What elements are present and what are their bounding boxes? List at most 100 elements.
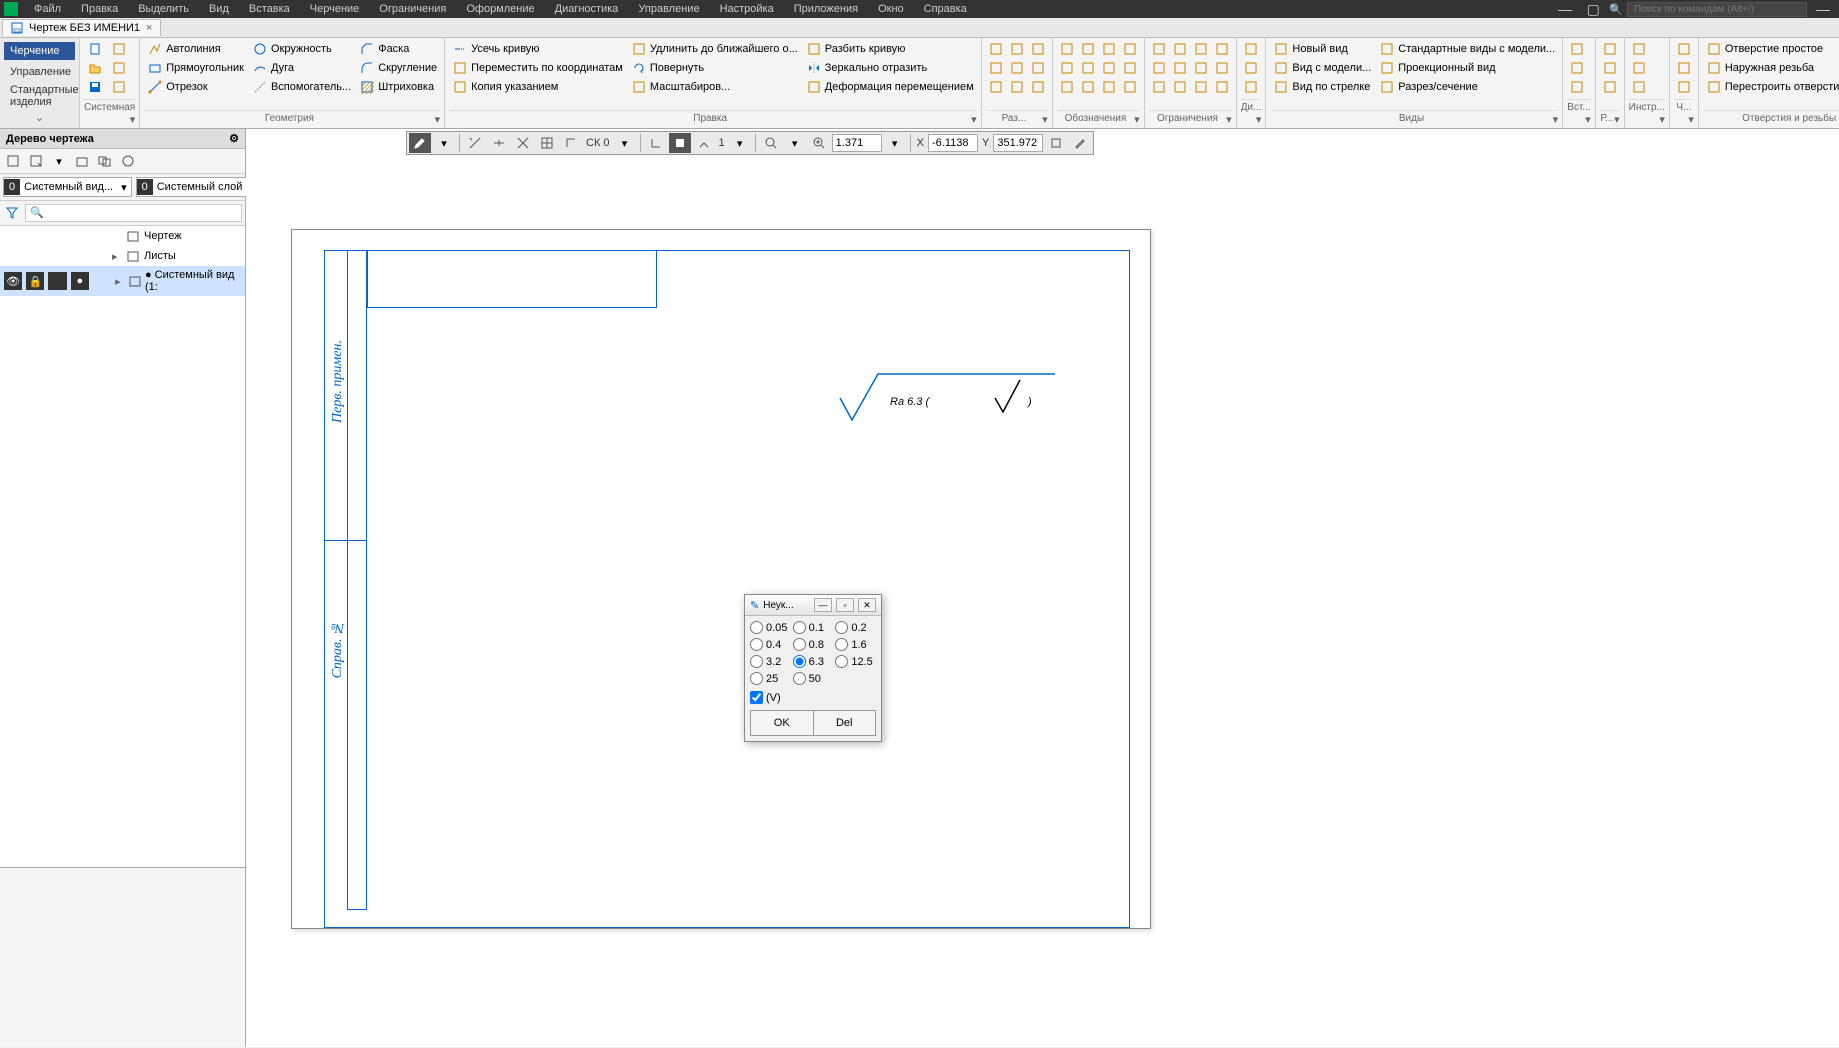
- ribbon-cmd-Окружность[interactable]: Окружность: [249, 40, 354, 58]
- ribbon-icon-btn[interactable]: [1099, 40, 1119, 58]
- roughness-radio-input[interactable]: [750, 672, 763, 685]
- ribbon-icon-btn[interactable]: [1028, 78, 1048, 96]
- ribbon-icon-btn[interactable]: [1078, 40, 1098, 58]
- ribbon-cmd-Фаска[interactable]: Фаска: [356, 40, 440, 58]
- roughness-option-0.8[interactable]: 0.8: [793, 638, 834, 651]
- dropdown-arrow-icon[interactable]: ▾: [433, 133, 455, 153]
- roughness-radio-input[interactable]: [793, 638, 806, 651]
- ribbon-icon-btn[interactable]: [1674, 40, 1694, 58]
- ribbon-icon-btn[interactable]: [1241, 40, 1261, 58]
- ribbon-cmd-Стандартные виды с модели...[interactable]: Стандартные виды с модели...: [1376, 40, 1558, 58]
- current-view-dropdown[interactable]: 0 Системный вид... ▾: [3, 177, 132, 197]
- roughness-radio-input[interactable]: [835, 655, 848, 668]
- x-coord-input[interactable]: [928, 134, 978, 152]
- roughness-radio-input[interactable]: [750, 621, 763, 634]
- ribbon-cmd-Удлинить до ближайшего о...[interactable]: Удлинить до ближайшего о...: [628, 40, 801, 58]
- visibility-icon[interactable]: 👁: [4, 272, 22, 290]
- ribbon-icon-btn[interactable]: [1629, 59, 1649, 77]
- ribbon-icon-btn[interactable]: [1600, 78, 1620, 96]
- menu-view[interactable]: Вид: [205, 1, 233, 17]
- ribbon-icon-btn[interactable]: [1241, 59, 1261, 77]
- ok-button[interactable]: OK: [750, 710, 813, 736]
- document-tab-close-icon[interactable]: ×: [146, 22, 152, 34]
- menu-diagnostics[interactable]: Диагностика: [551, 1, 623, 17]
- menu-constraints[interactable]: Ограничения: [375, 1, 450, 17]
- grid-icon[interactable]: [536, 133, 558, 153]
- group-expand-icon[interactable]: ▾: [1256, 113, 1262, 126]
- ribbon-cmd-open[interactable]: [84, 59, 106, 77]
- roughness-radio-input[interactable]: [835, 638, 848, 651]
- ribbon-icon-btn[interactable]: [1629, 40, 1649, 58]
- tree-tool-6-icon[interactable]: [118, 152, 138, 170]
- ribbon-cmd-Автолиния[interactable]: Автолиния: [144, 40, 247, 58]
- ribbon-icon-btn[interactable]: [1149, 40, 1169, 58]
- ribbon-cmd-save[interactable]: [84, 78, 106, 96]
- roughness-option-3.2[interactable]: 3.2: [750, 655, 791, 668]
- drawing-canvas[interactable]: ▾ СК 0 ▾ 1 ▾ ▾ ▾ X Y: [246, 129, 1839, 1047]
- snap-mid-icon[interactable]: [488, 133, 510, 153]
- ribbon-cmd-Наружная резьба[interactable]: Наружная резьба: [1703, 59, 1839, 77]
- roughness-option-0.1[interactable]: 0.1: [793, 621, 834, 634]
- active-icon[interactable]: ●: [71, 272, 89, 290]
- roughness-radio-input[interactable]: [750, 638, 763, 651]
- ribbon-icon-btn[interactable]: [1057, 78, 1077, 96]
- dropdown-arrow-icon[interactable]: ▾: [117, 181, 131, 194]
- ribbon-icon-btn[interactable]: [986, 78, 1006, 96]
- ribbon-icon-btn[interactable]: [1028, 59, 1048, 77]
- ribbon-cmd-Вспомогатель...[interactable]: Вспомогатель...: [249, 78, 354, 96]
- ribbon-icon-btn[interactable]: [1567, 59, 1587, 77]
- roughness-option-50[interactable]: 50: [793, 672, 834, 685]
- ribbon-icon-btn[interactable]: [986, 40, 1006, 58]
- ribbon-cmd-Отверстие простое[interactable]: Отверстие простое: [1703, 40, 1839, 58]
- tree-node-Системный вид (1:[interactable]: 👁🔒●▸● Системный вид (1:: [0, 266, 245, 296]
- menu-help[interactable]: Справка: [920, 1, 971, 17]
- ribbon-icon-btn[interactable]: [1170, 78, 1190, 96]
- ribbon-mode-expand-icon[interactable]: ⌄: [4, 111, 75, 124]
- ribbon-icon-btn[interactable]: [1170, 40, 1190, 58]
- ribbon-icon-btn[interactable]: [1212, 78, 1232, 96]
- ribbon-icon-btn[interactable]: [1007, 40, 1027, 58]
- ribbon-cmd-Дуга[interactable]: Дуга: [249, 59, 354, 77]
- ribbon-icon-btn[interactable]: [1191, 78, 1211, 96]
- gear-icon[interactable]: ⚙: [229, 132, 239, 145]
- window-minimize-icon[interactable]: —: [1811, 1, 1835, 17]
- roughness-option-0.4[interactable]: 0.4: [750, 638, 791, 651]
- ribbon-cmd-Проекционный вид[interactable]: Проекционный вид: [1376, 59, 1558, 77]
- command-search-input[interactable]: [1627, 2, 1807, 17]
- y-coord-input[interactable]: [993, 134, 1043, 152]
- tree-tool-3-icon[interactable]: ▾: [49, 152, 69, 170]
- tree-tool-1-icon[interactable]: [3, 152, 23, 170]
- group-expand-icon[interactable]: ▾: [1042, 113, 1048, 126]
- group-expand-icon[interactable]: ▾: [1226, 113, 1232, 126]
- group-expand-icon[interactable]: ▾: [971, 113, 977, 126]
- tree-node-Чертеж[interactable]: Чертеж: [0, 226, 245, 246]
- group-expand-icon[interactable]: ▾: [1585, 113, 1591, 126]
- ribbon-mode-manage[interactable]: Управление: [4, 63, 75, 81]
- ribbon-cmd-Новый вид[interactable]: Новый вид: [1270, 40, 1374, 58]
- roughness-radio-input[interactable]: [835, 621, 848, 634]
- dropdown-arrow-icon[interactable]: ▾: [784, 133, 806, 153]
- ribbon-icon-btn[interactable]: [1191, 40, 1211, 58]
- menu-manage[interactable]: Управление: [634, 1, 703, 17]
- ribbon-icon-btn[interactable]: [1212, 40, 1232, 58]
- snap-end-icon[interactable]: [464, 133, 486, 153]
- ribbon-icon-btn[interactable]: [1170, 59, 1190, 77]
- ribbon-icon-btn[interactable]: [1099, 78, 1119, 96]
- bracket-checkbox-input[interactable]: [750, 691, 763, 704]
- ribbon-cmd-save2[interactable]: [108, 78, 130, 96]
- dropdown-arrow-icon[interactable]: ▾: [729, 133, 751, 153]
- zoom-value-input[interactable]: [832, 134, 882, 152]
- group-expand-icon[interactable]: ▾: [130, 113, 136, 126]
- dialog-max-icon[interactable]: ▫: [836, 598, 854, 612]
- roughness-radio-input[interactable]: [793, 655, 806, 668]
- menu-file[interactable]: Файл: [30, 1, 65, 17]
- tree-node-Листы[interactable]: ▸Листы: [0, 246, 245, 266]
- bracket-checkbox[interactable]: (V): [750, 691, 876, 704]
- zoom-fit-icon[interactable]: [760, 133, 782, 153]
- ribbon-icon-btn[interactable]: [1057, 59, 1077, 77]
- ribbon-icon-btn[interactable]: [1212, 59, 1232, 77]
- ribbon-cmd-Штриховка[interactable]: Штриховка: [356, 78, 440, 96]
- lock-icon[interactable]: 🔒: [26, 272, 44, 290]
- roughness-option-0.2[interactable]: 0.2: [835, 621, 876, 634]
- ribbon-cmd-Прямоугольник[interactable]: Прямоугольник: [144, 59, 247, 77]
